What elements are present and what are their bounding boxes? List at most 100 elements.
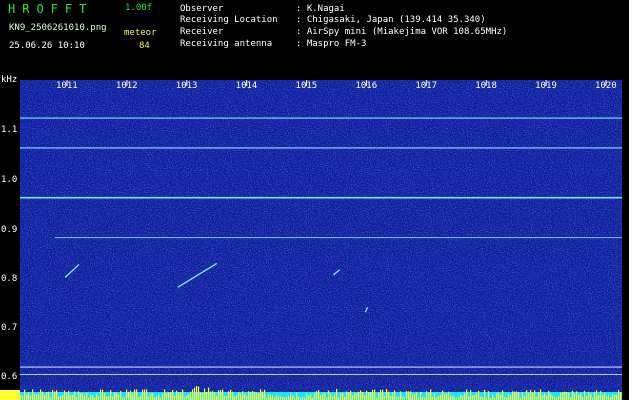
level-spike (540, 389, 542, 400)
level-spike (180, 392, 182, 400)
level-spike (460, 395, 462, 400)
level-spike (348, 392, 350, 400)
level-spike (120, 391, 122, 400)
level-spike (182, 389, 184, 400)
level-spike (222, 389, 224, 400)
level-spike (46, 392, 48, 400)
level-spike (232, 391, 234, 400)
level-spike (364, 395, 366, 400)
level-spike (614, 394, 616, 400)
level-spike (620, 391, 622, 400)
level-spike (128, 391, 130, 400)
spectrogram-panel (20, 80, 622, 395)
level-spike (466, 389, 468, 400)
level-spike (586, 395, 588, 400)
level-spike (566, 391, 568, 400)
level-spike (322, 394, 324, 400)
level-spike (386, 389, 388, 400)
level-spike (558, 395, 560, 400)
level-spike (206, 391, 208, 400)
level-spike (98, 396, 100, 400)
level-spike (260, 389, 262, 400)
level-spike (516, 391, 518, 400)
level-spike (594, 391, 596, 400)
level-spike (118, 395, 120, 400)
level-spike (342, 392, 344, 400)
level-spike (588, 392, 590, 400)
level-spike (500, 394, 502, 400)
level-spike (416, 392, 418, 400)
level-spike (90, 394, 92, 400)
level-spike (590, 393, 592, 400)
level-spike (408, 391, 410, 400)
level-spike (564, 391, 566, 400)
level-spike (598, 394, 600, 400)
level-spike (548, 390, 550, 400)
level-spike (144, 389, 146, 400)
level-spike (140, 395, 142, 400)
level-spike (528, 392, 530, 400)
level-spike (166, 393, 168, 400)
receiver-value: : AirSpy mini (Miakejima VOR 108.65MHz) (296, 27, 508, 37)
level-spike (542, 395, 544, 400)
level-spike (550, 393, 552, 400)
level-spike (382, 389, 384, 400)
level-spike (264, 389, 266, 400)
level-spike (544, 393, 546, 400)
level-spike (258, 393, 260, 400)
level-spike (434, 393, 436, 400)
level-spike (360, 390, 362, 400)
level-spike (38, 393, 40, 400)
level-spike (54, 391, 56, 400)
level-spike (132, 392, 134, 400)
level-spike (112, 396, 114, 400)
level-spike (32, 389, 34, 400)
x-tick-label: 1012 (115, 81, 138, 91)
level-spike (498, 392, 500, 400)
level-spike (172, 390, 174, 400)
x-tick-label: 1015 (295, 81, 318, 91)
level-spike (562, 392, 564, 400)
level-spike (450, 395, 452, 400)
level-spike (102, 389, 104, 400)
level-spike (244, 393, 246, 400)
level-spike (616, 394, 618, 400)
level-spike (252, 391, 254, 400)
app-version: 1.00f (125, 3, 153, 13)
level-spike (470, 390, 472, 400)
y-tick-label: 0.8 (1, 274, 18, 284)
level-spike (518, 392, 520, 400)
level-spike (130, 390, 132, 400)
level-spike (174, 395, 176, 400)
level-spike (388, 391, 390, 400)
level-spike (156, 396, 158, 400)
level-spike (406, 390, 408, 400)
level-spike (462, 396, 464, 400)
level-spike (238, 392, 240, 400)
level-spike (186, 395, 188, 400)
level-spike (214, 392, 216, 400)
level-spike (576, 391, 578, 400)
level-spike (336, 389, 338, 400)
level-spike (492, 394, 494, 400)
level-spike (108, 396, 110, 400)
level-spike (240, 393, 242, 400)
level-spike (602, 394, 604, 400)
y-tick-label: 1.0 (1, 175, 18, 185)
level-spike (288, 396, 290, 400)
level-spike (296, 392, 298, 400)
level-spike (412, 394, 414, 400)
level-spike (584, 391, 586, 400)
level-spike (58, 396, 60, 400)
level-spike (226, 395, 228, 400)
level-spike (66, 392, 68, 400)
level-spike (372, 389, 374, 400)
level-spike (230, 389, 232, 400)
level-spike (472, 395, 474, 400)
level-spike (514, 391, 516, 400)
level-spike (210, 391, 212, 400)
level-spike (380, 389, 382, 400)
x-tick-label: 1014 (235, 81, 258, 91)
level-spike (62, 395, 64, 400)
level-spike (324, 392, 326, 400)
